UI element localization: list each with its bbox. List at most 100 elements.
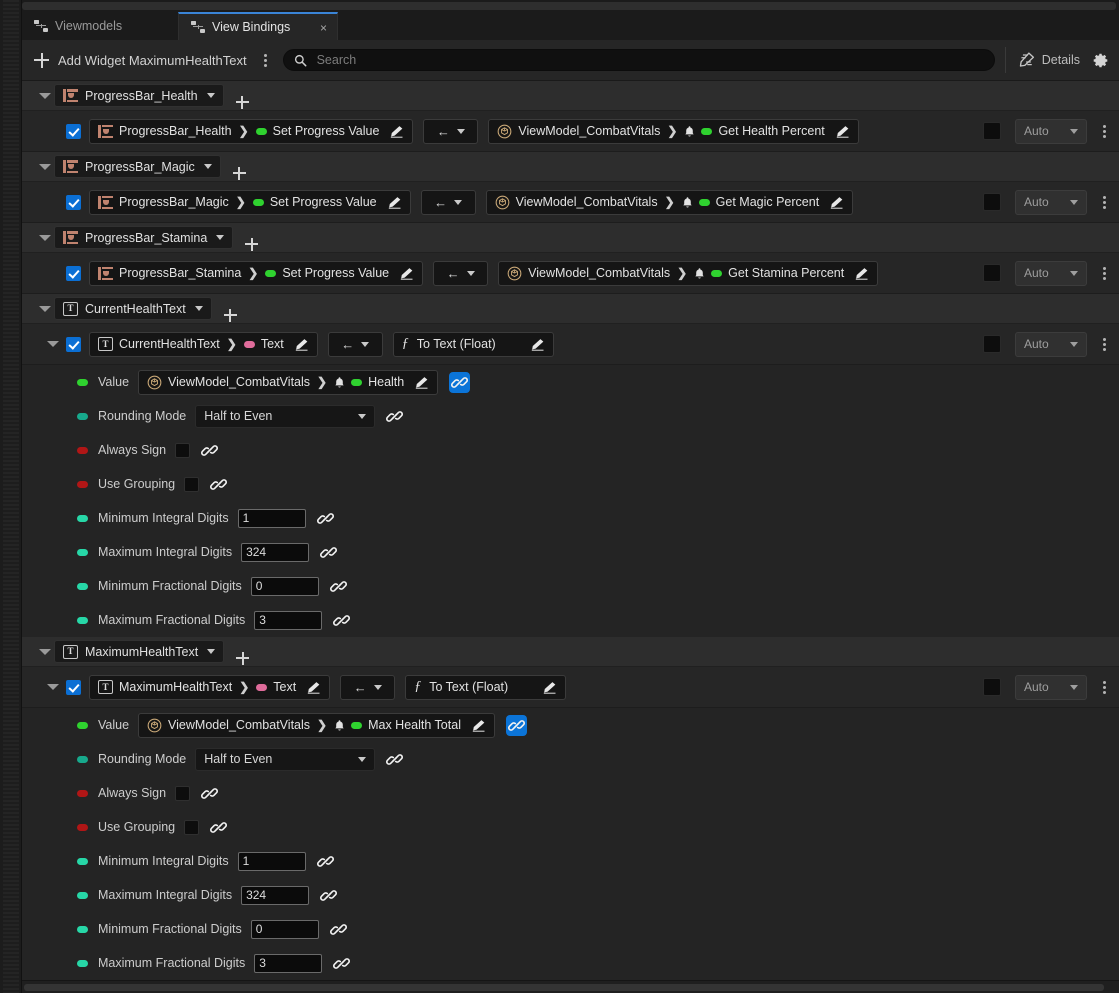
link-icon[interactable]	[320, 887, 338, 904]
link-icon[interactable]	[505, 714, 527, 736]
pencil-icon[interactable]	[471, 719, 486, 732]
link-icon[interactable]	[210, 819, 228, 836]
top-scroll-track[interactable]	[22, 2, 1116, 10]
rounding-mode-select[interactable]: Half to Even	[195, 747, 376, 771]
horizontal-scrollbar[interactable]	[22, 980, 1119, 993]
pencil-icon[interactable]	[389, 125, 404, 138]
pencil-icon[interactable]	[835, 125, 850, 138]
bindings-scroll-area[interactable]: ProgressBar_Health ProgressBar_Health ❯ Set…	[22, 81, 1119, 980]
pencil-icon[interactable]	[306, 681, 321, 694]
binding-direction-selector[interactable]: ←	[327, 331, 383, 357]
destination-property-pill[interactable]: T CurrentHealthText ❯ Text	[89, 331, 318, 357]
destination-property-pill[interactable]: ProgressBar_Stamina ❯ Set Progress Value	[89, 260, 424, 286]
update-mode-select[interactable]: Auto	[1015, 189, 1087, 215]
link-icon[interactable]	[210, 476, 228, 493]
pencil-icon[interactable]	[530, 338, 545, 351]
search-input[interactable]	[314, 52, 984, 68]
binding-enabled-checkbox[interactable]	[66, 194, 81, 210]
pencil-icon[interactable]	[399, 267, 414, 280]
group-expand-caret[interactable]	[36, 648, 54, 655]
binding-row-menu-icon[interactable]	[1097, 264, 1111, 282]
property-checkbox[interactable]	[184, 476, 200, 492]
update-mode-select[interactable]: Auto	[1015, 260, 1087, 286]
pencil-icon[interactable]	[414, 376, 429, 389]
binding-row-menu-icon[interactable]	[1097, 193, 1111, 211]
group-expand-caret[interactable]	[36, 305, 54, 312]
source-property-pill[interactable]: ViewModel_CombatVitals ❯ Get Magic Percent	[485, 189, 854, 215]
rounding-mode-select[interactable]: Half to Even	[195, 404, 376, 428]
binding-color-swatch[interactable]	[983, 264, 1001, 282]
binding-expand-caret[interactable]	[46, 684, 60, 690]
property-checkbox[interactable]	[175, 442, 191, 458]
widget-selector-chip[interactable]: T CurrentHealthText	[54, 297, 212, 320]
binding-color-swatch[interactable]	[983, 678, 1001, 696]
binding-enabled-checkbox[interactable]	[66, 123, 81, 139]
property-number-input[interactable]	[254, 953, 323, 973]
binding-expand-caret[interactable]	[46, 341, 60, 347]
widget-selector-chip[interactable]: ProgressBar_Stamina	[54, 226, 234, 249]
property-checkbox[interactable]	[175, 785, 191, 801]
binding-row-menu-icon[interactable]	[1097, 678, 1111, 696]
source-property-pill[interactable]: ViewModel_CombatVitals ❯ Max Health Total	[138, 712, 495, 738]
widget-selector-chip[interactable]: ProgressBar_Magic	[54, 155, 221, 178]
binding-direction-selector[interactable]: ←	[433, 260, 489, 286]
property-number-input[interactable]	[250, 576, 319, 596]
binding-direction-selector[interactable]: ←	[423, 118, 479, 144]
pencil-icon[interactable]	[542, 681, 557, 694]
link-icon[interactable]	[201, 442, 219, 459]
destination-property-pill[interactable]: T MaximumHealthText ❯ Text	[89, 674, 331, 700]
binding-color-swatch[interactable]	[983, 122, 1001, 140]
conversion-function-pill[interactable]: ƒ To Text (Float)	[405, 674, 567, 700]
update-mode-select[interactable]: Auto	[1015, 118, 1087, 144]
link-icon[interactable]	[201, 785, 219, 802]
binding-color-swatch[interactable]	[983, 193, 1001, 211]
group-expand-caret[interactable]	[36, 234, 54, 241]
horizontal-scrollbar-thumb[interactable]	[24, 984, 1104, 991]
gear-icon[interactable]	[1092, 52, 1109, 69]
search-box[interactable]	[282, 49, 995, 71]
close-icon[interactable]: ×	[320, 21, 327, 35]
binding-enabled-checkbox[interactable]	[66, 336, 81, 352]
pencil-icon[interactable]	[829, 196, 844, 209]
binding-direction-selector[interactable]: ←	[420, 189, 476, 215]
link-icon[interactable]	[316, 510, 334, 527]
toolbar-kebab-menu-icon[interactable]	[259, 51, 273, 69]
link-icon[interactable]	[329, 578, 347, 595]
binding-direction-selector[interactable]: ←	[340, 674, 396, 700]
source-property-pill[interactable]: ViewModel_CombatVitals ❯ Health	[138, 369, 439, 395]
widget-selector-chip[interactable]: T MaximumHealthText	[54, 640, 225, 663]
group-expand-caret[interactable]	[36, 92, 54, 99]
binding-row-menu-icon[interactable]	[1097, 122, 1111, 140]
widget-selector-chip[interactable]: ProgressBar_Health	[54, 84, 224, 107]
destination-property-pill[interactable]: ProgressBar_Health ❯ Set Progress Value	[89, 118, 414, 144]
property-checkbox[interactable]	[184, 819, 200, 835]
property-number-input[interactable]	[241, 542, 310, 562]
group-expand-caret[interactable]	[36, 163, 54, 170]
pencil-icon[interactable]	[387, 196, 402, 209]
conversion-function-pill[interactable]: ƒ To Text (Float)	[392, 331, 554, 357]
property-number-input[interactable]	[237, 851, 306, 871]
binding-row-menu-icon[interactable]	[1097, 335, 1111, 353]
tab-viewmodels[interactable]: Viewmodels	[22, 12, 172, 40]
link-icon[interactable]	[449, 371, 471, 393]
update-mode-select[interactable]: Auto	[1015, 674, 1087, 700]
property-number-input[interactable]	[241, 885, 310, 905]
link-icon[interactable]	[320, 544, 338, 561]
add-widget-button[interactable]: Add Widget MaximumHealthText	[34, 52, 247, 68]
link-icon[interactable]	[316, 853, 334, 870]
binding-color-swatch[interactable]	[983, 335, 1001, 353]
property-number-input[interactable]	[250, 919, 319, 939]
destination-property-pill[interactable]: ProgressBar_Magic ❯ Set Progress Value	[89, 189, 411, 215]
source-property-pill[interactable]: ViewModel_CombatVitals ❯ Get Health Percen…	[488, 118, 859, 144]
link-icon[interactable]	[329, 921, 347, 938]
link-icon[interactable]	[386, 408, 404, 425]
property-number-input[interactable]	[237, 508, 306, 528]
binding-enabled-checkbox[interactable]	[66, 679, 81, 695]
update-mode-select[interactable]: Auto	[1015, 331, 1087, 357]
pencil-icon[interactable]	[294, 338, 309, 351]
link-icon[interactable]	[333, 612, 351, 629]
pencil-icon[interactable]	[854, 267, 869, 280]
link-icon[interactable]	[386, 751, 404, 768]
binding-enabled-checkbox[interactable]	[66, 265, 81, 281]
link-icon[interactable]	[333, 955, 351, 972]
